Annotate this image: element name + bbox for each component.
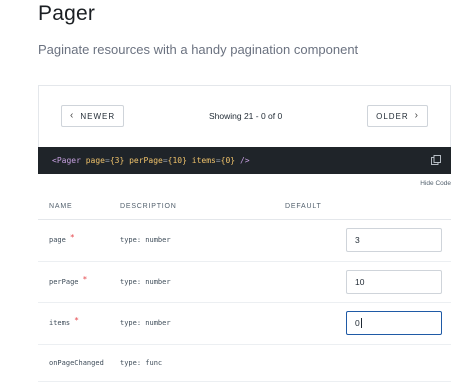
pager-demo: ‹ NEWER Showing 21 - 0 of 0 OLDER › xyxy=(38,85,451,147)
older-button[interactable]: OLDER › xyxy=(367,105,428,127)
items-input-value: 0 xyxy=(355,318,360,329)
table-row: page * type: number 3 xyxy=(38,220,451,262)
code-tag-open: <Pager xyxy=(52,156,81,165)
code-attr-value: {0} xyxy=(220,156,236,165)
text-caret xyxy=(360,318,362,329)
required-marker: * xyxy=(74,316,79,326)
code-tag-close: /> xyxy=(239,156,250,165)
items-input[interactable]: 0 xyxy=(346,311,442,336)
prop-description: type: number xyxy=(120,277,171,286)
prop-description: type: number xyxy=(120,236,171,245)
code-attr-name: perPage xyxy=(129,156,163,165)
code-attr-name: page xyxy=(85,156,105,165)
page-title: Pager xyxy=(38,2,96,25)
prop-name: onPageChanged xyxy=(49,358,104,367)
per-page-input[interactable]: 10 xyxy=(346,269,442,294)
props-table: NAME DESCRIPTION DEFAULT page * type: num… xyxy=(38,194,451,382)
pager-status: Showing 21 - 0 of 0 xyxy=(208,111,283,121)
per-page-input-value: 10 xyxy=(355,276,365,287)
chevron-right-icon: › xyxy=(414,110,419,121)
code-snippet: <Pager page = {3} perPage = {10} items = {0} /… xyxy=(38,147,451,174)
prop-name: page xyxy=(49,236,66,245)
required-marker: * xyxy=(82,274,88,284)
copy-icon[interactable] xyxy=(431,155,441,165)
column-header-description: DESCRIPTION xyxy=(120,203,177,210)
table-row: perPage * type: number 10 xyxy=(38,262,451,303)
code-attr-value: {3} xyxy=(109,156,125,165)
prop-name: perPage xyxy=(49,277,79,286)
code-attr-name: items xyxy=(191,156,216,165)
table-row: items * type: number 0 xyxy=(38,303,451,345)
required-marker: * xyxy=(69,233,75,243)
table-row: onPageChanged type: func xyxy=(38,345,451,382)
page-input[interactable]: 3 xyxy=(346,228,442,253)
older-label: OLDER xyxy=(376,111,409,121)
prop-description: type: func xyxy=(120,358,163,367)
newer-button[interactable]: ‹ NEWER xyxy=(61,105,125,127)
prop-name: items xyxy=(49,319,71,328)
table-header: NAME DESCRIPTION DEFAULT xyxy=(38,194,451,220)
prop-description: type: number xyxy=(120,319,171,328)
newer-label: NEWER xyxy=(80,111,116,121)
page-input-value: 3 xyxy=(355,235,360,246)
page-subtitle: Paginate resources with a handy paginati… xyxy=(38,42,359,57)
code-attr-value: {10} xyxy=(167,156,187,165)
chevron-left-icon: ‹ xyxy=(70,110,75,121)
column-header-default: DEFAULT xyxy=(285,203,322,210)
hide-code-link[interactable]: Hide Code xyxy=(420,180,451,187)
column-header-name: NAME xyxy=(49,203,73,210)
pager: ‹ NEWER Showing 21 - 0 of 0 OLDER › xyxy=(61,105,428,127)
